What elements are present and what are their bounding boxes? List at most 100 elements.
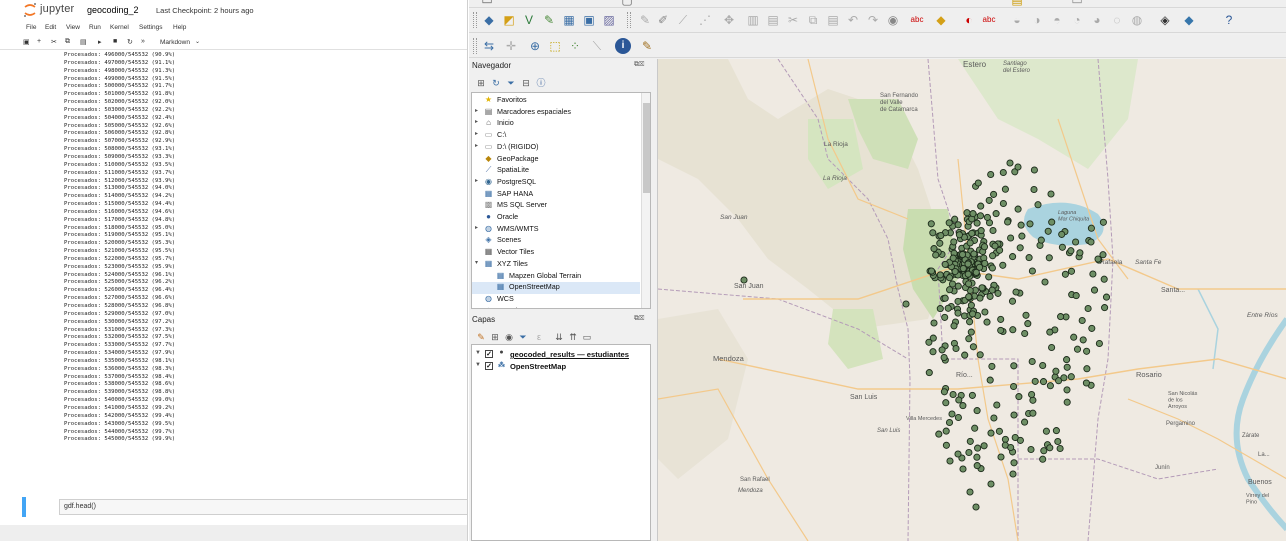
- redo-icon[interactable]: ↷: [865, 12, 881, 28]
- geocoded-point[interactable]: [1060, 374, 1068, 382]
- geocoded-point[interactable]: [1046, 328, 1054, 336]
- layer-name-osm[interactable]: OpenStreetMap: [510, 362, 566, 371]
- toolbar-icon-1[interactable]: ▭: [479, 0, 495, 8]
- geocoded-point[interactable]: [958, 250, 967, 259]
- geocoded-point[interactable]: [983, 318, 991, 326]
- label-hide-icon[interactable]: ◕: [1089, 12, 1105, 28]
- geocoded-point[interactable]: [999, 168, 1007, 177]
- select-features-icon[interactable]: ⬚: [547, 38, 563, 54]
- expand-arrow-icon[interactable]: ▸: [475, 224, 478, 231]
- geocoded-point[interactable]: [985, 196, 993, 204]
- geocoded-point[interactable]: [981, 308, 989, 316]
- geocoded-point[interactable]: [1016, 244, 1024, 252]
- add-selected-icon[interactable]: ⊞: [473, 75, 489, 91]
- geocoded-point[interactable]: [1004, 218, 1012, 226]
- label-show-icon[interactable]: ◔: [1069, 12, 1085, 28]
- layer-grid-icon[interactable]: ▣: [581, 12, 597, 28]
- geocoded-point[interactable]: [930, 319, 938, 327]
- grid-icon[interactable]: ▦: [561, 12, 577, 28]
- geocoded-point[interactable]: [1048, 343, 1056, 352]
- browser-item[interactable]: ◆ GeoPackage: [472, 154, 640, 166]
- geocoded-point[interactable]: [946, 457, 954, 465]
- geocoded-point[interactable]: [977, 227, 985, 235]
- geocoded-point[interactable]: [1083, 365, 1091, 373]
- geocoded-point[interactable]: [1087, 238, 1095, 246]
- geocoded-point[interactable]: [1017, 221, 1025, 229]
- label-pin-icon[interactable]: ◆: [933, 12, 949, 28]
- geocoded-point[interactable]: [1063, 356, 1071, 364]
- geocoded-point[interactable]: [1009, 470, 1017, 478]
- move-icon[interactable]: ✥: [721, 12, 737, 28]
- geocoded-point[interactable]: [937, 231, 945, 240]
- geocoded-point[interactable]: [1040, 447, 1048, 455]
- geocoded-point[interactable]: [988, 286, 996, 294]
- geocoded-point[interactable]: [949, 254, 957, 262]
- geocoded-point[interactable]: [997, 326, 1005, 334]
- geocoded-point[interactable]: [944, 304, 952, 312]
- geocoded-point[interactable]: [1101, 304, 1109, 312]
- geocoded-point[interactable]: [963, 209, 971, 217]
- info-icon[interactable]: i: [615, 38, 631, 54]
- geocoded-point[interactable]: [1021, 418, 1029, 426]
- browser-item[interactable]: ▸ ▭ C:\: [472, 130, 640, 142]
- select-value-icon[interactable]: ⁘: [567, 38, 583, 54]
- label-change-icon[interactable]: ◑: [1029, 12, 1045, 28]
- layer-name-geocoded[interactable]: geocoded_results — estudiantes: [510, 350, 629, 359]
- add-feature-icon[interactable]: ⟋: [675, 12, 691, 28]
- geocoded-point[interactable]: [990, 414, 998, 422]
- browser-item[interactable]: ▸ ▭ D:\ (RIGIDO): [472, 142, 640, 154]
- geocoded-point[interactable]: [1100, 275, 1108, 283]
- geocoded-point[interactable]: [969, 310, 977, 318]
- add-vector-icon[interactable]: V: [521, 12, 537, 28]
- browser-scroll-thumb[interactable]: [643, 103, 650, 193]
- geocoded-point[interactable]: [932, 251, 940, 259]
- geocoded-point[interactable]: [1072, 238, 1080, 246]
- geocoded-point[interactable]: [925, 338, 933, 346]
- geocoded-point[interactable]: [1047, 190, 1055, 198]
- geocoded-point[interactable]: [1007, 443, 1015, 452]
- browser-item[interactable]: ▩ MS SQL Server: [472, 200, 640, 212]
- geocoded-point[interactable]: [1083, 347, 1091, 355]
- remove-layer-icon[interactable]: ▭: [579, 329, 595, 345]
- deselect-icon[interactable]: ⟍: [589, 38, 605, 54]
- python-icon[interactable]: ◆: [1181, 12, 1197, 28]
- identify-icon[interactable]: ⊕: [527, 38, 543, 54]
- filter-icon[interactable]: ⏷: [503, 75, 519, 91]
- geocoded-point[interactable]: [1084, 304, 1092, 313]
- pan-icon[interactable]: ⇆: [481, 38, 497, 54]
- expand-arrow-icon[interactable]: ▸: [475, 177, 478, 184]
- geocoded-point[interactable]: [1094, 255, 1102, 263]
- menu-view[interactable]: View: [66, 24, 80, 31]
- database-icon[interactable]: ◆: [481, 12, 497, 28]
- layer-checkbox-geocoded[interactable]: ✓: [485, 350, 493, 358]
- geocoded-point[interactable]: [1027, 445, 1035, 454]
- restart-icon[interactable]: ↻: [127, 38, 133, 46]
- geocoded-point[interactable]: [983, 213, 991, 221]
- geocoded-point[interactable]: [971, 424, 979, 432]
- menu-settings[interactable]: Settings: [139, 24, 163, 31]
- jupyter-logo-icon[interactable]: [23, 2, 37, 18]
- diagram-icon[interactable]: ◓: [1049, 12, 1065, 28]
- geocoded-point[interactable]: [966, 318, 974, 326]
- virtual-layer-icon[interactable]: ▨: [601, 12, 617, 28]
- geocoded-point[interactable]: [954, 309, 962, 317]
- collapse-icon[interactable]: ⊟: [518, 75, 534, 91]
- stop-icon[interactable]: ■: [113, 38, 117, 45]
- geocoded-point[interactable]: [972, 268, 980, 276]
- geocoded-point[interactable]: [946, 286, 954, 294]
- plugin-icon[interactable]: ◈: [1157, 12, 1173, 28]
- map-render[interactable]: Estero Santiagodel Estero San Fernandodel …: [658, 59, 1286, 541]
- geocoded-point[interactable]: [949, 390, 957, 399]
- geocoded-point[interactable]: [1010, 459, 1018, 467]
- geocoded-point[interactable]: [1042, 427, 1050, 435]
- geocoded-point[interactable]: [938, 346, 946, 354]
- geocoded-point[interactable]: [997, 453, 1005, 461]
- geocoded-point[interactable]: [1011, 433, 1019, 442]
- geocoded-point[interactable]: [1010, 382, 1018, 391]
- geocoded-point[interactable]: [965, 335, 973, 343]
- geocoded-point[interactable]: [1010, 411, 1018, 419]
- menu-kernel[interactable]: Kernel: [110, 24, 129, 31]
- geocoded-point[interactable]: [1039, 455, 1047, 463]
- geocoded-point[interactable]: [966, 239, 974, 247]
- geocoded-point[interactable]: [973, 453, 981, 461]
